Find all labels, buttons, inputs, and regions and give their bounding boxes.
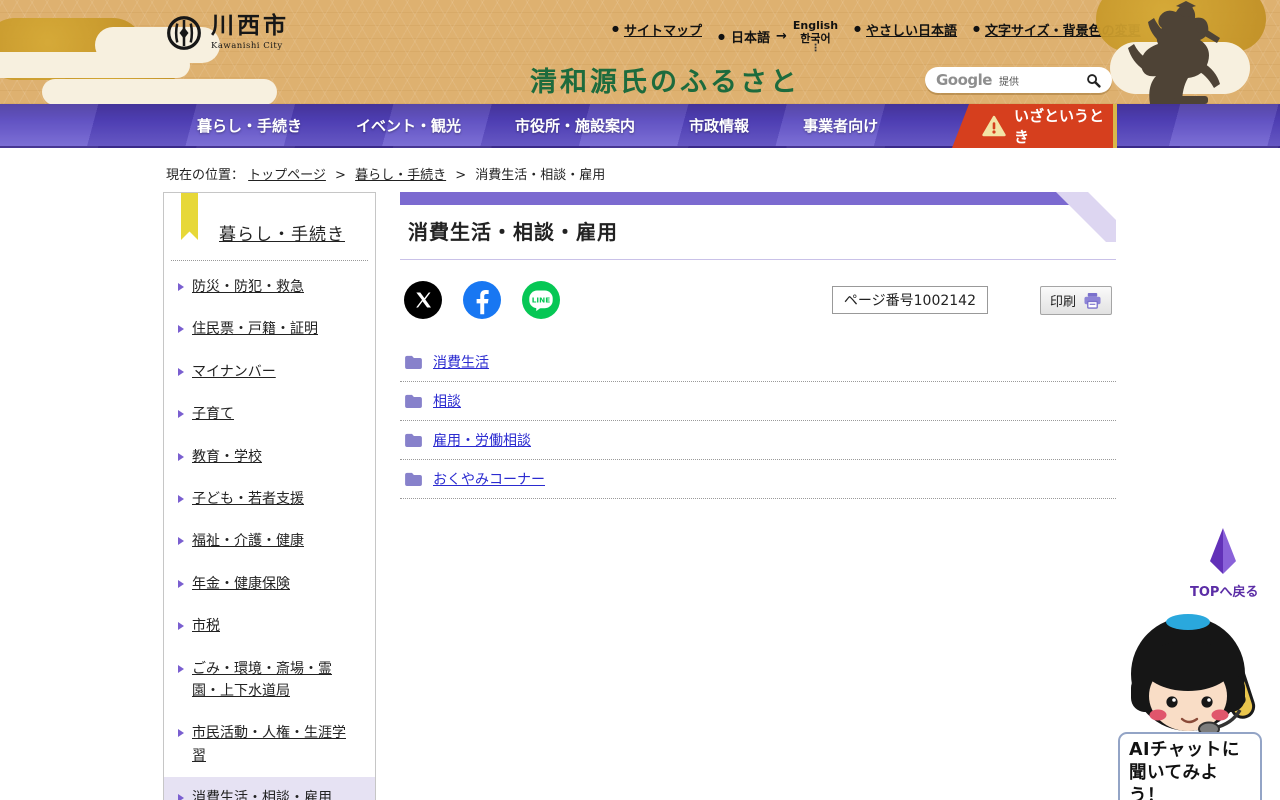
- category-link-sodan[interactable]: 相談: [433, 391, 461, 411]
- page-title: 消費生活・相談・雇用: [408, 220, 618, 244]
- bookmark-icon: [181, 193, 198, 240]
- search-provider-logo: Google: [936, 71, 992, 89]
- list-item: 雇用・労働相談: [400, 421, 1116, 460]
- sidebar-item-fukushi[interactable]: 福祉・介護・健康: [164, 520, 375, 562]
- sidebar: 暮らし・手続き 防災・防犯・救急 住民票・戸籍・証明 マイナンバー 子育て 教育…: [163, 192, 376, 800]
- folder-icon: [404, 472, 423, 486]
- nav-item-shisei[interactable]: 市政情報: [662, 104, 776, 148]
- list-item: おくやみコーナー: [400, 460, 1116, 499]
- sidebar-item-juminhyo[interactable]: 住民票・戸籍・証明: [164, 308, 375, 350]
- language-current: 日本語: [730, 31, 770, 47]
- breadcrumb-section-link[interactable]: 暮らし・手続き: [355, 168, 446, 183]
- print-label: 印刷: [1049, 294, 1076, 310]
- breadcrumb-home-link[interactable]: トップページ: [248, 168, 326, 183]
- language-arrow: →: [776, 29, 787, 45]
- category-link-okuyami[interactable]: おくやみコーナー: [433, 469, 545, 489]
- language-options[interactable]: English 한국어 ⋮: [793, 19, 838, 55]
- language-selector[interactable]: 日本語 → English 한국어 ⋮: [718, 19, 838, 55]
- main-navigation: 暮らし・手続き イベント・観光 市役所・施設案内 市政情報 事業者向け いざとい…: [0, 104, 1280, 148]
- nav-gold-divider: [1113, 104, 1117, 148]
- emergency-label: いざというとき: [1014, 107, 1105, 146]
- sidebar-header: 暮らし・手続き: [164, 193, 375, 260]
- sidebar-title-link[interactable]: 暮らし・手続き: [219, 225, 345, 245]
- search-provided-label: 提供: [998, 76, 1019, 88]
- header-utility-links: サイトマップ 日本語 → English 한국어 ⋮ やさしい日本語 文字サイズ…: [612, 19, 1141, 55]
- category-link-list: 消費生活 相談 雇用・労働相談 おくやみコーナー: [400, 343, 1116, 499]
- language-option-english[interactable]: English: [793, 19, 838, 33]
- back-to-top-button[interactable]: TOPへ戻る: [1190, 528, 1259, 600]
- warning-icon: [982, 115, 1006, 137]
- breadcrumb-separator: >: [335, 168, 346, 183]
- category-link-shohiseikatsu[interactable]: 消費生活: [433, 352, 489, 372]
- print-button[interactable]: 印刷: [1039, 285, 1112, 315]
- sidebar-item-mynumber[interactable]: マイナンバー: [164, 351, 375, 393]
- share-x-icon[interactable]: [404, 281, 442, 319]
- mascot-character: [1131, 614, 1256, 737]
- site-slogan: 清和源氏のふるさと: [530, 67, 800, 98]
- cloud-decoration: [42, 79, 277, 104]
- samurai-statue-image: [1096, 0, 1266, 104]
- nav-item-jigyosha[interactable]: 事業者向け: [776, 104, 905, 148]
- sidebar-item-gomi[interactable]: ごみ・環境・斎場・霊園・上下水道局: [164, 648, 375, 713]
- sidebar-item-shimin[interactable]: 市民活動・人権・生涯学習: [164, 712, 375, 777]
- nav-items: 暮らし・手続き イベント・観光 市役所・施設案内 市政情報 事業者向け: [170, 104, 905, 148]
- share-icons: LINE: [404, 281, 560, 319]
- ai-chat-text-line1: AIチャットに: [1129, 740, 1240, 760]
- up-arrow-icon: [1210, 528, 1236, 574]
- breadcrumb-prefix: 現在の位置：: [166, 168, 245, 183]
- folder-icon: [404, 433, 423, 447]
- sidebar-item-bousai[interactable]: 防災・防犯・救急: [164, 266, 375, 308]
- city-logo[interactable]: 川西市 Kawanishi City: [166, 15, 289, 51]
- folder-icon: [404, 355, 423, 369]
- list-item: 相談: [400, 382, 1116, 421]
- breadcrumb-separator: >: [455, 168, 467, 183]
- page-number-badge: ページ番号1002142: [831, 286, 988, 314]
- sitemap-link[interactable]: サイトマップ: [612, 20, 702, 39]
- city-name-en: Kawanishi City: [211, 41, 283, 51]
- page: 川西市 Kawanishi City サイトマップ 日本語 → English …: [0, 0, 1280, 800]
- nav-item-shiyakusho[interactable]: 市役所・施設案内: [488, 104, 662, 148]
- language-more-indicator: ⋮: [810, 43, 821, 55]
- folder-icon: [404, 394, 423, 408]
- list-item: 消費生活: [400, 343, 1116, 382]
- sidebar-item-shizei[interactable]: 市税: [164, 605, 375, 647]
- emergency-button[interactable]: いざというとき: [952, 104, 1113, 148]
- breadcrumb-current: 消費生活・相談・雇用: [475, 168, 606, 183]
- ai-chat-bubble[interactable]: AIチャットに 聞いてみよう！: [1118, 732, 1262, 800]
- nav-item-kurashi[interactable]: 暮らし・手続き: [170, 104, 329, 148]
- nav-item-event[interactable]: イベント・観光: [329, 104, 488, 148]
- search-icon[interactable]: [1086, 73, 1101, 88]
- sidebar-item-nenkin[interactable]: 年金・健康保険: [164, 563, 375, 605]
- main-content: 消費生活・相談・雇用 LINE ページ番号1002142 印刷 消費生活 相談 …: [400, 192, 1116, 499]
- svg-text:LINE: LINE: [532, 295, 550, 304]
- share-line-icon[interactable]: LINE: [522, 281, 560, 319]
- sidebar-item-kosodate[interactable]: 子育て: [164, 393, 375, 435]
- cloud-decoration: [0, 52, 190, 78]
- category-link-koyo[interactable]: 雇用・労働相談: [433, 430, 531, 450]
- title-separator: [400, 259, 1116, 260]
- city-emblem-icon: [166, 15, 202, 51]
- back-to-top-label: TOPへ戻る: [1190, 585, 1259, 600]
- sidebar-item-shohi-current[interactable]: 消費生活・相談・雇用: [164, 777, 375, 800]
- ai-chat-text-line2: 聞いてみよう！: [1129, 762, 1219, 800]
- city-name: 川西市: [211, 13, 289, 39]
- easy-japanese-link[interactable]: やさしい日本語: [854, 20, 957, 39]
- sidebar-item-kodomo[interactable]: 子ども・若者支援: [164, 478, 375, 520]
- share-facebook-icon[interactable]: [463, 281, 501, 319]
- site-header: 川西市 Kawanishi City サイトマップ 日本語 → English …: [0, 0, 1280, 104]
- meta-row: LINE ページ番号1002142 印刷: [400, 281, 1116, 319]
- breadcrumb: 現在の位置： トップページ > 暮らし・手続き > 消費生活・相談・雇用: [166, 164, 605, 183]
- sidebar-item-kyoiku[interactable]: 教育・学校: [164, 436, 375, 478]
- search-box[interactable]: Google 提供: [925, 67, 1112, 93]
- ai-chat-widget[interactable]: AIチャットに 聞いてみよう！: [1116, 614, 1264, 800]
- printer-icon: [1083, 292, 1102, 309]
- sidebar-menu: 防災・防犯・救急 住民票・戸籍・証明 マイナンバー 子育て 教育・学校 子ども・…: [164, 261, 375, 800]
